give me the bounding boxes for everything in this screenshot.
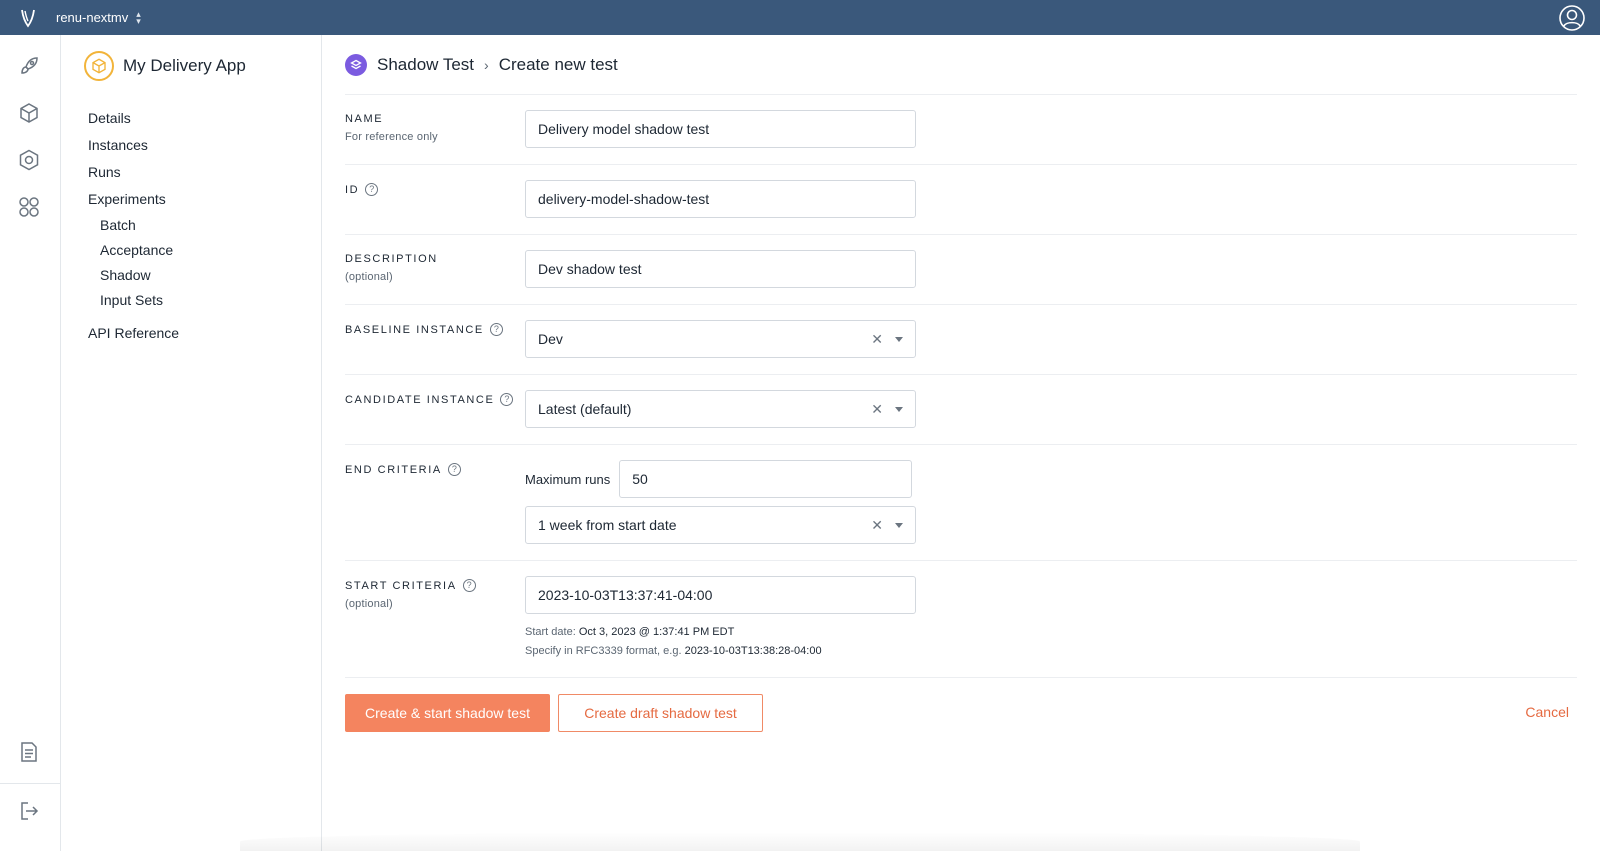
app-title: My Delivery App: [123, 56, 246, 75]
start-date-value: Oct 3, 2023 @ 1:37:41 PM EDT: [578, 626, 735, 638]
nav-item-details[interactable]: Details: [88, 105, 179, 132]
max-runs-input[interactable]: 50: [619, 460, 913, 498]
app-cube-icon: [84, 51, 114, 81]
max-runs-label: Maximum runs: [525, 471, 611, 487]
breadcrumb: Shadow Test › Create new test: [345, 35, 1577, 95]
rail-divider: [0, 783, 60, 784]
candidate-instance-row: CANDIDATE INSTANCE? Latest (default) ✕: [345, 375, 1577, 445]
baseline-instance-row: BASELINE INSTANCE? Dev ✕: [345, 305, 1577, 375]
format-example: 2023-10-03T13:38:28-04:00: [684, 645, 822, 657]
clear-icon[interactable]: ✕: [871, 401, 883, 418]
help-icon[interactable]: ?: [447, 463, 461, 476]
cube-icon[interactable]: [16, 100, 42, 126]
clear-icon[interactable]: ✕: [871, 331, 883, 348]
nav-item-shadow[interactable]: Shadow: [88, 263, 179, 288]
user-circle-icon[interactable]: [1558, 4, 1586, 32]
caret-down-icon[interactable]: [895, 336, 903, 342]
start-criteria-row: START CRITERIA? (optional) 2023-10-03T13…: [345, 561, 1577, 678]
top-bar: renu-nextmv ▴ ▾: [0, 0, 1600, 35]
baseline-instance-select[interactable]: Dev ✕: [525, 320, 916, 358]
document-icon[interactable]: [16, 739, 42, 765]
nav-item-instances[interactable]: Instances: [88, 132, 179, 159]
help-icon[interactable]: ?: [365, 183, 379, 196]
description-row: DESCRIPTION (optional) Dev shadow test: [345, 235, 1577, 305]
start-criteria-notes: Start date: Oct 3, 2023 @ 1:37:41 PM EDT…: [525, 626, 822, 657]
hexagon-icon[interactable]: [16, 147, 42, 173]
bottom-shadow: [240, 832, 1360, 851]
breadcrumb-shadow-test[interactable]: Shadow Test: [377, 55, 474, 75]
id-label: ID: [345, 183, 360, 196]
end-criteria-row: END CRITERIA? Maximum runs 50 1 week fro…: [345, 445, 1577, 561]
logout-icon[interactable]: [16, 798, 42, 824]
id-row: ID? delivery-model-shadow-test: [345, 165, 1577, 235]
cancel-button[interactable]: Cancel: [1525, 704, 1569, 720]
name-row: NAME For reference only Delivery model s…: [345, 95, 1577, 165]
nav-item-acceptance[interactable]: Acceptance: [88, 238, 179, 263]
nav-item-input-sets[interactable]: Input Sets: [88, 288, 179, 313]
app-sidebar: My Delivery App Details Instances Runs E…: [61, 35, 322, 851]
candidate-instance-select[interactable]: Latest (default) ✕: [525, 390, 916, 428]
caret-down-icon[interactable]: [895, 406, 903, 412]
start-criteria-input[interactable]: 2023-10-03T13:37:41-04:00: [525, 576, 916, 614]
end-duration-select[interactable]: 1 week from start date ✕: [525, 506, 916, 544]
candidate-instance-label: CANDIDATE INSTANCE: [345, 393, 495, 406]
clear-icon[interactable]: ✕: [871, 517, 883, 534]
name-hint: For reference only: [345, 131, 438, 143]
nav-item-experiments[interactable]: Experiments: [88, 186, 179, 213]
form-actions: Create & start shadow test Create draft …: [345, 678, 1577, 748]
chevron-right-icon: ›: [484, 56, 489, 73]
max-runs-group: Maximum runs 50: [525, 460, 913, 498]
app-header[interactable]: My Delivery App: [84, 51, 246, 81]
grid-circles-icon[interactable]: [16, 194, 42, 220]
create-draft-button[interactable]: Create draft shadow test: [558, 694, 763, 732]
name-input[interactable]: Delivery model shadow test: [525, 110, 916, 148]
org-switcher[interactable]: renu-nextmv ▴ ▾: [56, 8, 141, 26]
help-icon[interactable]: ?: [462, 579, 476, 592]
help-icon[interactable]: ?: [489, 323, 503, 336]
breadcrumb-current: Create new test: [498, 54, 618, 74]
id-input[interactable]: delivery-model-shadow-test: [525, 180, 916, 218]
name-label: NAME: [345, 113, 384, 125]
shadow-test-icon: [345, 53, 367, 76]
description-label: DESCRIPTION: [345, 253, 438, 265]
start-criteria-label: START CRITERIA: [345, 579, 457, 592]
end-criteria-label: END CRITERIA: [345, 463, 442, 476]
help-icon[interactable]: ?: [500, 393, 514, 406]
description-input[interactable]: Dev shadow test: [525, 250, 916, 288]
app-nav-list: Details Instances Runs Experiments Batch…: [88, 105, 179, 347]
nav-item-batch[interactable]: Batch: [88, 213, 179, 238]
rocket-icon[interactable]: [16, 53, 42, 79]
start-criteria-hint: (optional): [345, 598, 393, 610]
create-start-button[interactable]: Create & start shadow test: [345, 694, 550, 732]
chevron-up-down-icon: ▴ ▾: [136, 8, 141, 26]
main-content: Shadow Test › Create new test NAME For r…: [345, 35, 1577, 748]
org-name: renu-nextmv: [56, 10, 129, 25]
icon-rail: [0, 35, 61, 851]
caret-down-icon[interactable]: [895, 522, 903, 528]
nav-item-api-reference[interactable]: API Reference: [88, 320, 179, 347]
description-hint: (optional): [345, 271, 393, 283]
baseline-instance-label: BASELINE INSTANCE: [345, 323, 484, 336]
nav-item-runs[interactable]: Runs: [88, 159, 179, 186]
nextmv-logo-icon[interactable]: [0, 0, 56, 35]
